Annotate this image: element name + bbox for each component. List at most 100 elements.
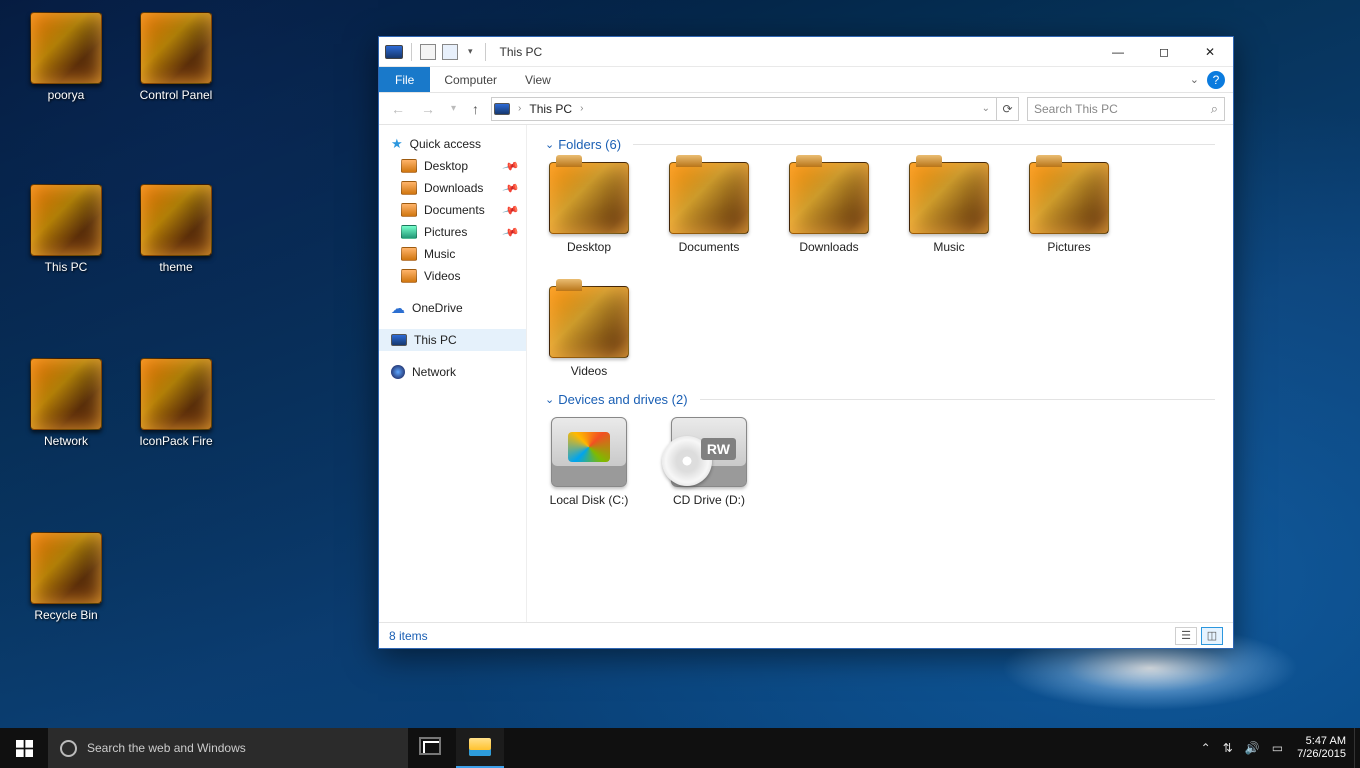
breadcrumb[interactable]: This PC xyxy=(529,102,572,116)
titlebar[interactable]: ▾ This PC — ◻ ✕ xyxy=(379,37,1233,67)
navigation-bar: ← → ▾ ↑ › This PC › ⌄ ⟳ Search This PC ⌕ xyxy=(379,93,1233,125)
search-box[interactable]: Search the web and Windows xyxy=(48,728,408,768)
nav-onedrive[interactable]: ☁ OneDrive xyxy=(379,297,526,319)
nav-network[interactable]: Network xyxy=(379,361,526,383)
ribbon-expand-button[interactable]: ⌄ xyxy=(1184,67,1205,92)
folder-icon xyxy=(669,162,749,234)
nav-section-label: This PC xyxy=(414,333,457,347)
nav-forward-button[interactable]: → xyxy=(417,101,439,117)
cddrive-icon xyxy=(671,417,747,487)
nav-section-label: OneDrive xyxy=(412,301,463,315)
tray-overflow-button[interactable]: ⌃ xyxy=(1201,741,1211,755)
folder-documents[interactable]: Documents xyxy=(665,162,753,254)
ribbon-tab-computer[interactable]: Computer xyxy=(430,67,511,92)
nav-item-videos[interactable]: Videos xyxy=(379,265,526,287)
address-bar[interactable]: › This PC › ⌄ xyxy=(491,97,997,121)
desktop-icon-label: Recycle Bin xyxy=(18,608,114,622)
taskbar-app-explorer[interactable] xyxy=(456,728,504,768)
folder-icon xyxy=(549,162,629,234)
folder-videos[interactable]: Videos xyxy=(545,286,633,378)
chevron-down-icon: ⌄ xyxy=(545,393,554,406)
network-tray-icon[interactable]: ⇅ xyxy=(1223,741,1233,755)
drive-cd-d[interactable]: CD Drive (D:) xyxy=(665,417,753,507)
folder-desktop[interactable]: Desktop xyxy=(545,162,633,254)
taskbar-clock[interactable]: 5:47 AM 7/26/2015 xyxy=(1289,728,1354,768)
nav-this-pc[interactable]: This PC xyxy=(379,329,526,351)
desktop-icon-recycle-bin[interactable]: Recycle Bin xyxy=(18,532,114,622)
status-bar: 8 items ☰ ◫ xyxy=(379,622,1233,648)
item-label: CD Drive (D:) xyxy=(665,493,753,507)
folder-music[interactable]: Music xyxy=(905,162,993,254)
nav-quick-access[interactable]: ★ Quick access xyxy=(379,133,526,155)
close-button[interactable]: ✕ xyxy=(1187,37,1233,67)
search-input[interactable]: Search This PC ⌕ xyxy=(1027,97,1225,121)
navigation-pane: ★ Quick access Desktop📌 Downloads📌 Docum… xyxy=(379,125,527,622)
controlpanel-icon xyxy=(140,12,212,84)
file-explorer-icon xyxy=(469,738,491,756)
search-placeholder: Search the web and Windows xyxy=(87,741,246,755)
folder-pictures[interactable]: Pictures xyxy=(1025,162,1113,254)
nav-item-documents[interactable]: Documents📌 xyxy=(379,199,526,221)
nav-item-label: Desktop xyxy=(424,159,468,173)
view-largeicons-button[interactable]: ◫ xyxy=(1201,627,1223,645)
nav-section-label: Quick access xyxy=(410,137,481,151)
ribbon-file-tab[interactable]: File xyxy=(379,67,430,92)
properties-icon[interactable] xyxy=(420,44,436,60)
nav-item-desktop[interactable]: Desktop📌 xyxy=(379,155,526,177)
desktop-icon-iconpack-fire[interactable]: IconPack Fire xyxy=(128,358,224,448)
help-icon[interactable]: ? xyxy=(1207,71,1225,89)
nav-history-dropdown[interactable]: ▾ xyxy=(447,103,460,114)
search-placeholder: Search This PC xyxy=(1034,102,1118,116)
desktop-icon-control-panel[interactable]: Control Panel xyxy=(128,12,224,102)
view-details-button[interactable]: ☰ xyxy=(1175,627,1197,645)
taskbar: Search the web and Windows ⌃ ⇅ 🔊 ▭ 5:47 … xyxy=(0,728,1360,768)
action-center-icon[interactable]: ▭ xyxy=(1272,741,1283,755)
desktop-icon-poorya[interactable]: poorya xyxy=(18,12,114,102)
nav-back-button[interactable]: ← xyxy=(387,101,409,117)
item-label: Documents xyxy=(665,240,753,254)
qat-customize-dropdown[interactable]: ▾ xyxy=(464,46,477,57)
cloud-icon: ☁ xyxy=(391,300,405,317)
group-title: Folders (6) xyxy=(558,137,621,152)
start-button[interactable] xyxy=(0,728,48,768)
ribbon-tab-view[interactable]: View xyxy=(511,67,565,92)
userfolder-icon xyxy=(30,12,102,84)
folder-downloads[interactable]: Downloads xyxy=(785,162,873,254)
show-desktop-button[interactable] xyxy=(1354,728,1360,768)
nav-item-music[interactable]: Music xyxy=(379,243,526,265)
volume-tray-icon[interactable]: 🔊 xyxy=(1245,741,1260,755)
desktop-icon-theme[interactable]: theme xyxy=(128,184,224,274)
pin-icon: 📌 xyxy=(502,179,520,197)
nav-item-pictures[interactable]: Pictures 📌 xyxy=(379,221,526,243)
iconpack-icon xyxy=(140,358,212,430)
chevron-right-icon[interactable]: › xyxy=(578,103,585,114)
folder-icon xyxy=(401,181,417,195)
minimize-button[interactable]: — xyxy=(1095,37,1141,67)
folder-icon xyxy=(909,162,989,234)
folder-icon xyxy=(140,184,212,256)
task-view-button[interactable] xyxy=(408,728,456,768)
folder-icon xyxy=(401,159,417,173)
nav-item-label: Pictures xyxy=(424,225,467,239)
newfolder-icon[interactable] xyxy=(442,44,458,60)
ribbon: File Computer View ⌄ ? xyxy=(379,67,1233,93)
refresh-button[interactable]: ⟳ xyxy=(997,97,1019,121)
drive-local-disk-c[interactable]: Local Disk (C:) xyxy=(545,417,633,507)
item-label: Downloads xyxy=(785,240,873,254)
nav-up-button[interactable]: ↑ xyxy=(468,101,483,117)
folder-icon xyxy=(401,269,417,283)
folder-icon xyxy=(401,203,417,217)
maximize-button[interactable]: ◻ xyxy=(1141,37,1187,67)
nav-section-label: Network xyxy=(412,365,456,379)
chevron-right-icon[interactable]: › xyxy=(516,103,523,114)
desktop-icon-network[interactable]: Network xyxy=(18,358,114,448)
network-icon xyxy=(30,358,102,430)
pin-icon: 📌 xyxy=(502,223,520,241)
desktop-icon-this-pc[interactable]: This PC xyxy=(18,184,114,274)
item-label: Videos xyxy=(545,364,633,378)
address-dropdown[interactable]: ⌄ xyxy=(978,103,994,114)
group-header-devices[interactable]: ⌄ Devices and drives (2) xyxy=(545,392,1215,407)
nav-item-downloads[interactable]: Downloads📌 xyxy=(379,177,526,199)
group-header-folders[interactable]: ⌄ Folders (6) xyxy=(545,137,1215,152)
cortana-icon xyxy=(60,740,77,757)
